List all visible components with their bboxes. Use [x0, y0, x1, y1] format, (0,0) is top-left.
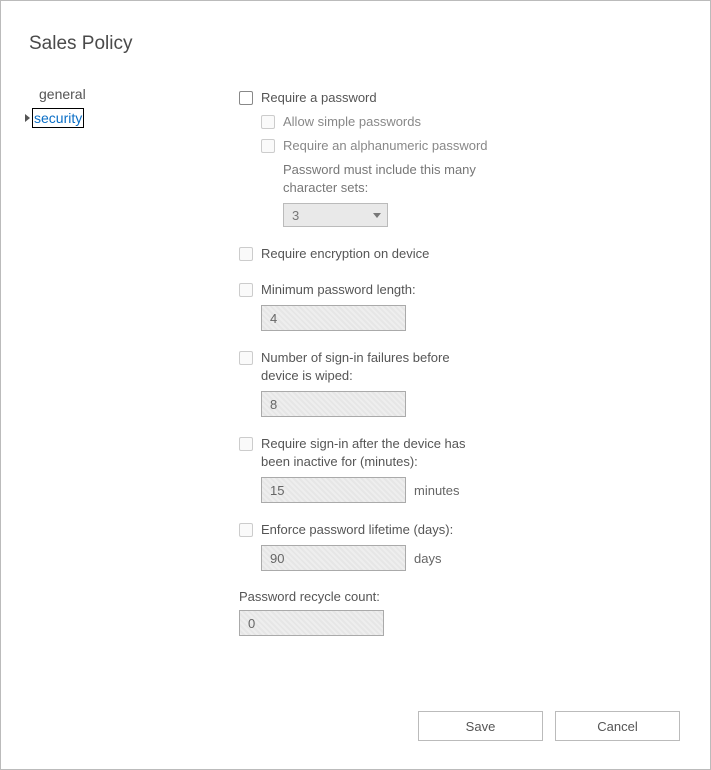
sidebar-item-label: security — [32, 108, 84, 128]
min-pwd-len-label: Minimum password length: — [261, 281, 416, 299]
require-encryption-label: Require encryption on device — [261, 245, 429, 263]
button-bar: Save Cancel — [418, 711, 680, 741]
enforce-lifetime-label: Enforce password lifetime (days): — [261, 521, 453, 539]
chevron-down-icon — [373, 213, 381, 218]
require-password-label: Require a password — [261, 89, 377, 107]
dialog-window: Sales Policy general security Require a … — [0, 0, 711, 770]
header: Sales Policy — [1, 1, 710, 55]
enforce-lifetime-input[interactable] — [261, 545, 406, 571]
cancel-button[interactable]: Cancel — [555, 711, 680, 741]
save-button[interactable]: Save — [418, 711, 543, 741]
signin-failures-checkbox[interactable] — [239, 351, 253, 365]
body: general security Require a password Allo… — [1, 55, 710, 654]
signin-failures-label: Number of sign-in failures before device… — [261, 349, 471, 385]
inactive-unit: minutes — [414, 483, 460, 498]
inactive-input[interactable] — [261, 477, 406, 503]
allow-simple-checkbox[interactable] — [261, 115, 275, 129]
sidebar-item-label: general — [39, 86, 86, 102]
min-pwd-len-input[interactable] — [261, 305, 406, 331]
caret-right-icon — [25, 114, 30, 122]
inactive-label: Require sign-in after the device has bee… — [261, 435, 471, 471]
require-password-checkbox[interactable] — [239, 91, 253, 105]
charset-value: 3 — [292, 208, 299, 223]
require-alnum-checkbox[interactable] — [261, 139, 275, 153]
signin-failures-input[interactable] — [261, 391, 406, 417]
page-title: Sales Policy — [29, 33, 710, 55]
recycle-input[interactable] — [239, 610, 384, 636]
enforce-lifetime-unit: days — [414, 551, 441, 566]
recycle-label: Password recycle count: — [239, 589, 710, 604]
allow-simple-label: Allow simple passwords — [283, 113, 421, 131]
sidebar-item-general[interactable]: general — [25, 83, 121, 105]
min-pwd-len-checkbox[interactable] — [239, 283, 253, 297]
require-alnum-label: Require an alphanumeric password — [283, 137, 488, 155]
enforce-lifetime-checkbox[interactable] — [239, 523, 253, 537]
require-encryption-checkbox[interactable] — [239, 247, 253, 261]
charset-label: Password must include this many characte… — [283, 161, 493, 197]
sidebar: general security — [1, 83, 121, 654]
sidebar-item-security[interactable]: security — [25, 107, 121, 129]
charset-select[interactable]: 3 — [283, 203, 388, 227]
main-panel: Require a password Allow simple password… — [121, 83, 710, 654]
inactive-checkbox[interactable] — [239, 437, 253, 451]
